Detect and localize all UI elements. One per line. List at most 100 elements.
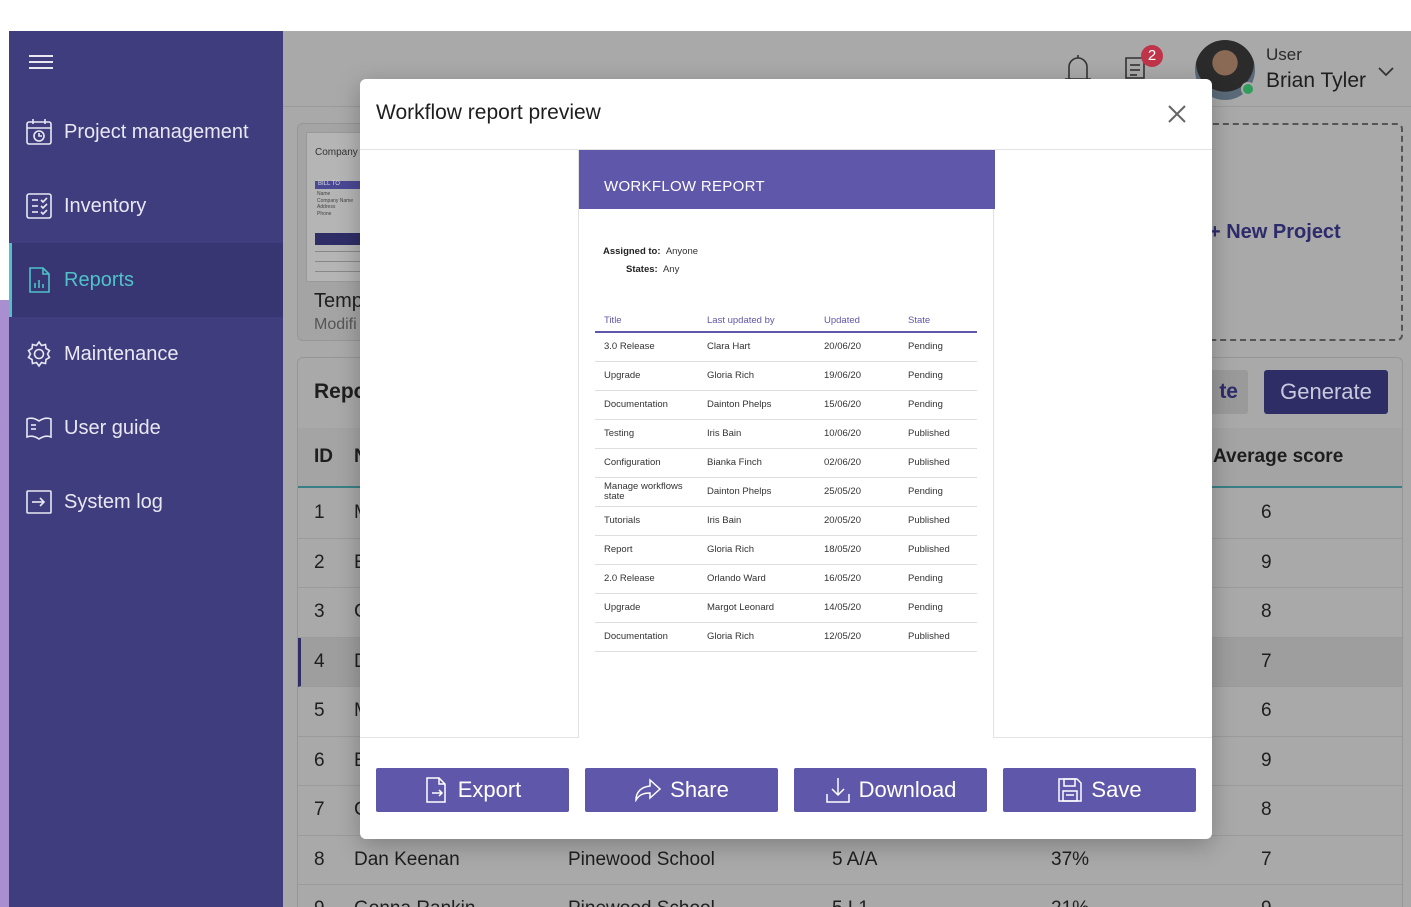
document-table-row: Configuration Bianka Finch 02/06/20 Publish… bbox=[595, 449, 977, 478]
sidebar-item-project-management[interactable]: Project management bbox=[9, 95, 283, 169]
sidebar-item-inventory[interactable]: Inventory bbox=[9, 169, 283, 243]
document-table-cell: 18/05/20 bbox=[824, 544, 861, 555]
table-row[interactable]: 8 Dan Keenan Pinewood School 5 A/A 37% 7 bbox=[298, 836, 1402, 885]
document-table-row: Tutorials Iris Bain 20/05/20 Published bbox=[595, 507, 977, 536]
report-preview-modal: Workflow report preview WORKFLOW REPORT … bbox=[360, 79, 1212, 839]
document-table-cell: Gloria Rich bbox=[707, 370, 754, 381]
cell-score: 7 bbox=[1261, 848, 1272, 870]
thumb-bill-to: BILL TO bbox=[315, 181, 365, 189]
floppy-disk-icon bbox=[1058, 778, 1083, 802]
sidebar: Project management Inventory Reports Mai… bbox=[9, 31, 283, 907]
sidebar-item-label: Maintenance bbox=[64, 342, 179, 365]
document-table: Title Last updated by Updated State 3.0 … bbox=[595, 310, 977, 652]
thumb-company: Company bbox=[315, 147, 358, 158]
document-table-cell: Pending bbox=[908, 370, 943, 381]
cell-score: 7 bbox=[1261, 650, 1272, 672]
document-table-cell: Testing bbox=[604, 428, 635, 439]
template-title: Temp bbox=[314, 290, 363, 312]
download-button[interactable]: Download bbox=[794, 768, 987, 812]
document-table-cell: Dainton Phelps bbox=[707, 486, 772, 497]
gear-icon bbox=[24, 339, 54, 369]
checklist-icon bbox=[24, 191, 54, 221]
cell-id: 5 bbox=[314, 700, 325, 722]
modal-body[interactable]: WORKFLOW REPORT Assigned to: Anyone Stat… bbox=[360, 150, 1212, 738]
cell-id: 9 bbox=[314, 885, 325, 907]
cell-score: 9 bbox=[1261, 885, 1272, 907]
close-icon[interactable] bbox=[1164, 101, 1190, 127]
document-table-cell: 12/05/20 bbox=[824, 631, 861, 642]
hamburger-menu-icon[interactable] bbox=[29, 51, 53, 71]
document-table-cell: Documentation bbox=[604, 631, 668, 642]
document-table-cell: Published bbox=[908, 515, 950, 526]
save-button[interactable]: Save bbox=[1003, 768, 1196, 812]
cell-score: 6 bbox=[1261, 502, 1272, 524]
cell-class: 5 A/A bbox=[832, 848, 878, 870]
sidebar-item-label: Inventory bbox=[64, 194, 147, 217]
cell-score: 6 bbox=[1261, 700, 1272, 722]
cell-id: 3 bbox=[314, 601, 325, 623]
cell-id: 1 bbox=[314, 502, 325, 524]
document-table-cell: Manage workflows state bbox=[604, 481, 683, 502]
document-table-cell: 10/06/20 bbox=[824, 428, 861, 439]
report-document: WORKFLOW REPORT Assigned to: Anyone Stat… bbox=[578, 150, 995, 738]
chevron-down-icon[interactable] bbox=[1377, 65, 1395, 83]
new-project-label[interactable]: + New Project bbox=[1209, 221, 1341, 244]
document-table-cell: Orlando Ward bbox=[707, 573, 766, 584]
assigned-to: Assigned to: Anyone bbox=[603, 246, 699, 257]
document-table-cell: Documentation bbox=[604, 399, 668, 410]
sidebar-item-user-guide[interactable]: User guide bbox=[9, 391, 283, 465]
generate-button[interactable]: Generate bbox=[1264, 370, 1388, 414]
export-button[interactable]: Export bbox=[376, 768, 569, 812]
sidebar-item-label: Reports bbox=[64, 268, 135, 291]
document-table-cell: Report bbox=[604, 544, 633, 555]
document-table-cell: 16/05/20 bbox=[824, 573, 861, 584]
sidebar-item-system-log[interactable]: System log bbox=[9, 465, 283, 539]
calendar-icon bbox=[24, 117, 54, 147]
document-table-cell: Published bbox=[908, 544, 950, 555]
sidebar-item-label: Project management bbox=[64, 120, 249, 143]
document-table-row: 3.0 Release Clara Hart 20/06/20 Pending bbox=[595, 333, 977, 362]
col-average-score: Average score bbox=[1213, 446, 1344, 467]
cell-percentage: 37% bbox=[1051, 848, 1090, 870]
cell-percentage: 21% bbox=[1051, 885, 1089, 907]
document-table-cell: Published bbox=[908, 428, 950, 439]
cell-id: 8 bbox=[314, 848, 325, 870]
document-table-cell: 19/06/20 bbox=[824, 370, 861, 381]
report-chart-icon bbox=[24, 265, 54, 295]
user-label: User bbox=[1266, 45, 1302, 64]
table-row[interactable]: 9 Gonna Rankin Pinewood School 5 L1 21% 9 bbox=[298, 885, 1402, 907]
document-table-cell: Pending bbox=[908, 573, 943, 584]
reports-title: Repo bbox=[314, 380, 367, 403]
template-subtitle: Modifi bbox=[314, 316, 357, 333]
document-table-cell: 20/05/20 bbox=[824, 515, 861, 526]
document-table-row: Testing Iris Bain 10/06/20 Published bbox=[595, 420, 977, 449]
cell-score: 9 bbox=[1261, 749, 1272, 771]
document-table-cell: Upgrade bbox=[604, 370, 641, 381]
background-accent-strip bbox=[0, 300, 9, 907]
document-table-cell: Pending bbox=[908, 486, 943, 497]
cell-id: 7 bbox=[314, 799, 325, 821]
document-table-cell: Published bbox=[908, 457, 950, 468]
document-table-cell: Dainton Phelps bbox=[707, 399, 772, 410]
document-table-cell: Iris Bain bbox=[707, 428, 742, 439]
share-button[interactable]: Share bbox=[585, 768, 778, 812]
sidebar-item-label: System log bbox=[64, 490, 163, 513]
cell-id: 6 bbox=[314, 749, 325, 771]
cell-id: 2 bbox=[314, 551, 325, 573]
download-icon bbox=[825, 778, 850, 803]
document-table-cell: Pending bbox=[908, 399, 943, 410]
document-table-cell: Gloria Rich bbox=[707, 631, 754, 642]
cell-score: 8 bbox=[1261, 601, 1272, 623]
document-table-cell: 20/06/20 bbox=[824, 341, 861, 352]
document-table-cell: 3.0 Release bbox=[604, 341, 655, 352]
col-id: ID bbox=[314, 446, 333, 467]
document-table-cell: Clara Hart bbox=[707, 341, 751, 352]
app-window: Project management Inventory Reports Mai… bbox=[9, 31, 1411, 907]
sidebar-item-maintenance[interactable]: Maintenance bbox=[9, 317, 283, 391]
user-name: Brian Tyler bbox=[1266, 69, 1366, 92]
sidebar-item-reports[interactable]: Reports bbox=[9, 243, 283, 317]
document-table-cell: Margot Leonard bbox=[707, 602, 775, 613]
share-icon bbox=[635, 778, 662, 802]
document-title: WORKFLOW REPORT bbox=[579, 150, 995, 209]
cell-class: 5 L1 bbox=[832, 885, 869, 907]
